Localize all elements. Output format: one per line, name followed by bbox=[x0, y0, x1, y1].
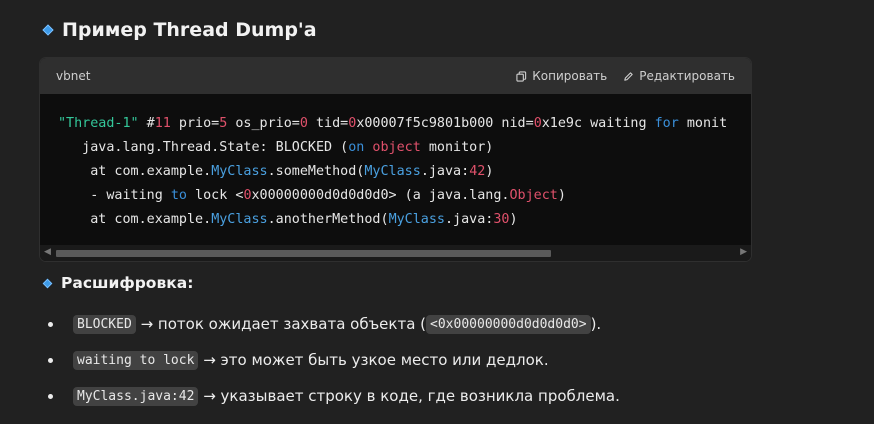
blue-diamond-icon bbox=[42, 24, 54, 36]
code-line-2: java.lang.Thread.State: BLOCKED (on obje… bbox=[58, 140, 494, 155]
inline-code: BLOCKED bbox=[73, 314, 136, 334]
item-text: → это может быть узкое место или дедлок. bbox=[203, 351, 549, 369]
item-text: → указывает строку в коде, где возникла … bbox=[203, 387, 620, 405]
edit-button[interactable]: Редактировать bbox=[623, 69, 735, 83]
heading-title: Пример Thread Dump'а bbox=[62, 19, 317, 41]
subsection-heading: Расшифровка: bbox=[42, 274, 194, 292]
scroll-right-arrow-icon[interactable]: ▶ bbox=[740, 247, 747, 257]
list-item: BLOCKED → поток ожидает захвата объекта … bbox=[46, 306, 620, 342]
code-line-5: at com.example.MyClass.anotherMethod(MyC… bbox=[58, 212, 518, 227]
list-item: MyClass.java:42 → указывает строку в код… bbox=[46, 378, 620, 414]
code-line-4: - waiting to lock <0x00000000d0d0d0d0> (… bbox=[58, 188, 566, 203]
copy-button[interactable]: Копировать bbox=[516, 69, 607, 83]
copy-label: Копировать bbox=[532, 69, 608, 83]
explanation-list: BLOCKED → поток ожидает захвата объекта … bbox=[46, 306, 620, 414]
pencil-icon bbox=[624, 71, 633, 81]
item-tail: ). bbox=[590, 315, 602, 333]
section-heading: Пример Thread Dump'а bbox=[42, 19, 317, 41]
horizontal-scrollbar[interactable]: ◀ ▶ bbox=[40, 245, 751, 261]
bullet-icon bbox=[48, 321, 53, 327]
copy-icon bbox=[516, 70, 527, 82]
inline-code: MyClass.java:42 bbox=[73, 386, 199, 406]
code-block: vbnet Копировать Редактировать "Thread-1… bbox=[39, 57, 752, 262]
code-language: vbnet bbox=[56, 69, 91, 83]
code-line-1: "Thread-1" #11 prio=5 os_prio=0 tid=0x00… bbox=[58, 116, 728, 131]
code-header: vbnet Копировать Редактировать bbox=[40, 58, 751, 94]
bullet-icon bbox=[48, 393, 53, 399]
code-content: "Thread-1" #11 prio=5 os_prio=0 tid=0x00… bbox=[40, 94, 751, 242]
inline-code: <0x00000000d0d0d0d0> bbox=[426, 314, 591, 334]
scroll-left-arrow-icon[interactable]: ◀ bbox=[44, 247, 51, 257]
subsection-title: Расшифровка: bbox=[61, 274, 194, 292]
code-actions: Копировать Редактировать bbox=[516, 69, 735, 83]
scrollbar-thumb[interactable] bbox=[56, 250, 551, 257]
code-line-3: at com.example.MyClass.someMethod(MyClas… bbox=[58, 164, 494, 179]
blue-diamond-icon bbox=[42, 278, 53, 288]
edit-label: Редактировать bbox=[639, 69, 735, 83]
inline-code: waiting to lock bbox=[73, 350, 199, 370]
list-item: waiting to lock → это может быть узкое м… bbox=[46, 342, 620, 378]
bullet-icon bbox=[48, 357, 53, 363]
item-text: → поток ожидает захвата объекта ( bbox=[140, 315, 427, 333]
